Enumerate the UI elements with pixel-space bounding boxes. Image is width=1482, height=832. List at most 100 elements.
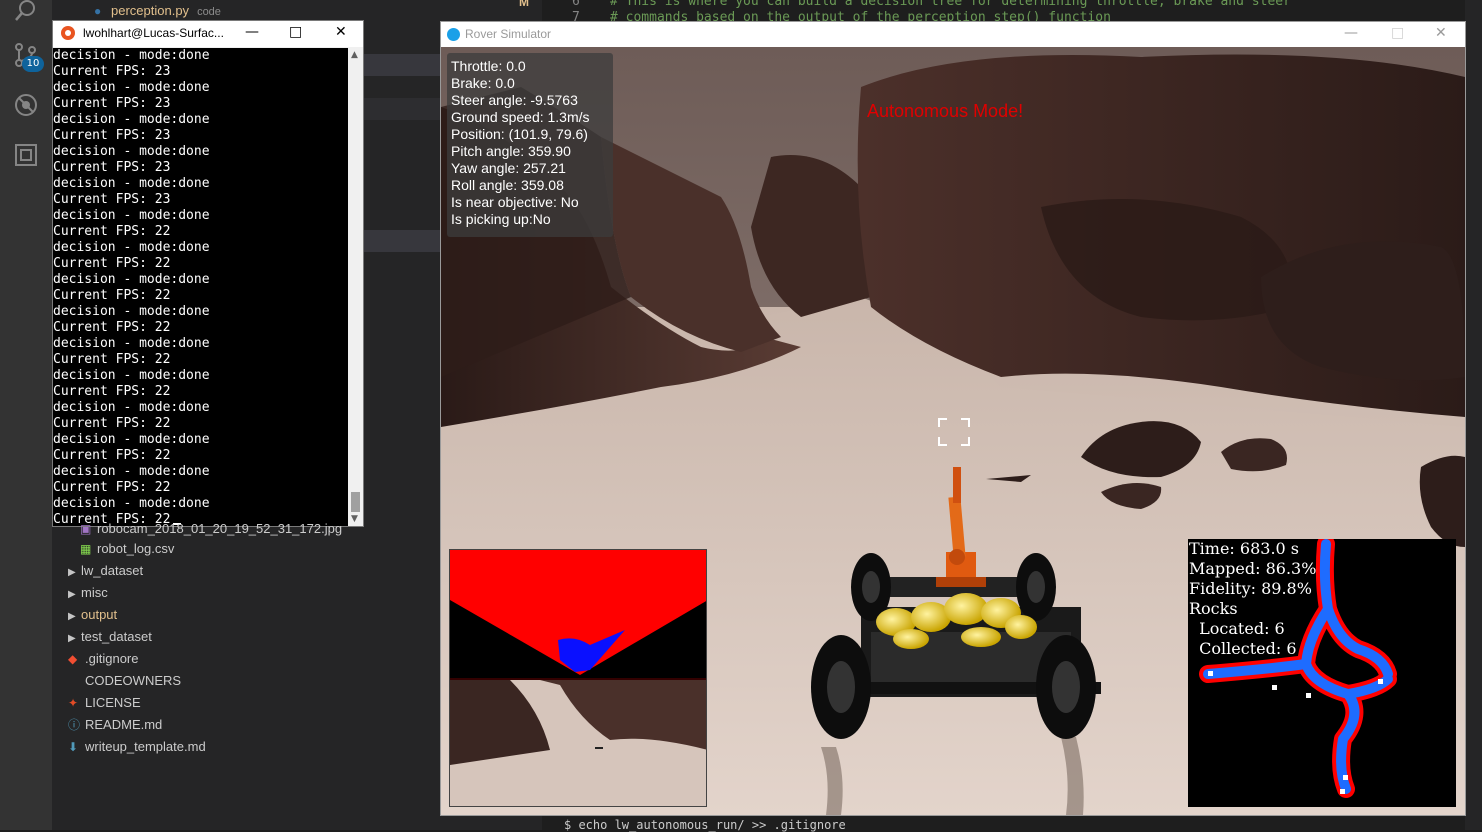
explorer-file[interactable]: ● perception.py code	[94, 0, 542, 22]
explorer-item-label: README.md	[85, 717, 163, 732]
extensions-icon[interactable]	[13, 142, 39, 168]
explorer-item-label: CODEOWNERS	[85, 673, 182, 688]
explorer-file[interactable]: ⬇ writeup_template.md	[68, 736, 542, 758]
explorer-folder[interactable]: ▶ misc	[68, 582, 542, 604]
explorer-item-label: perception.py	[111, 3, 190, 18]
terminal-line: decision - mode:done	[53, 368, 210, 383]
terminal-line: decision - mode:done	[53, 80, 210, 95]
terminal-line: Current FPS: 23	[53, 96, 171, 111]
scrollbar-thumb[interactable]	[351, 492, 360, 512]
scroll-up-icon[interactable]: ▲	[351, 50, 358, 60]
minimize-icon[interactable]: —	[1344, 25, 1358, 41]
terminal-line: Current FPS: 22	[53, 448, 171, 463]
file-type-icon: ◆	[68, 652, 78, 666]
explorer-file[interactable]: ▣ robocam_2018_01_20_19_52_31_172.jpg	[80, 518, 542, 540]
terminal-line: decision - mode:done	[53, 272, 210, 287]
brake-readout: Brake: 0.0	[451, 75, 515, 91]
terminal-line: Current FPS: 22	[53, 352, 171, 367]
line-number: 6	[572, 0, 580, 9]
explorer-file[interactable]: ✦ LICENSE	[68, 692, 542, 714]
roll-angle-readout: Roll angle: 359.08	[451, 177, 564, 193]
worldmap-mapped: Mapped: 86.3%	[1189, 559, 1317, 578]
right-panel	[1465, 0, 1482, 830]
terminal-title: lwohlhart@Lucas-Surfac...	[83, 26, 224, 40]
chevron-right-icon: ▶	[68, 567, 76, 578]
explorer-file[interactable]: ⓘ README.md	[68, 714, 542, 736]
maximize-icon[interactable]: □	[1391, 25, 1404, 41]
pitch-angle-readout: Pitch angle: 359.90	[451, 143, 571, 159]
worldmap-view: Time: 683.0 s Mapped: 86.3% Fidelity: 89…	[1188, 539, 1456, 807]
debug-icon[interactable]	[13, 92, 39, 118]
worldmap-rocks: Rocks	[1189, 599, 1238, 618]
steer-angle-readout: Steer angle: -9.5763	[451, 92, 578, 108]
terminal-scrollbar[interactable]: ▲ ▼	[348, 48, 363, 526]
close-icon[interactable]: ✕	[335, 24, 347, 40]
terminal-line: Current FPS: 22	[53, 480, 171, 495]
terminal-window[interactable]: lwohlhart@Lucas-Surfac... — □ ✕ decision…	[52, 20, 364, 527]
close-icon[interactable]: ✕	[1435, 25, 1447, 41]
file-type-icon: ⓘ	[68, 718, 81, 732]
explorer-item-path: code	[197, 6, 221, 18]
picking-up-readout: Is picking up:No	[451, 211, 551, 227]
terminal-line: decision - mode:done	[53, 336, 210, 351]
unity-icon	[447, 28, 460, 41]
terminal-line: decision - mode:done	[53, 496, 210, 511]
terminal-line: Current FPS: 23	[53, 160, 171, 175]
rover-title: Rover Simulator	[465, 27, 552, 41]
explorer-item-label: robot_log.csv	[97, 541, 175, 556]
terminal-line: decision - mode:done	[53, 144, 210, 159]
source-control-badge: 10	[22, 56, 44, 72]
terminal-line: Current FPS: 22	[53, 384, 171, 399]
explorer-item-label: output	[81, 607, 118, 622]
explorer-file[interactable]: CODEOWNERS	[68, 670, 542, 692]
throttle-readout: Throttle: 0.0	[451, 58, 526, 74]
explorer-item-label: LICENSE	[85, 695, 141, 710]
terminal-line: Current FPS: 22	[53, 416, 171, 431]
terminal-line: decision - mode:done	[53, 48, 210, 63]
file-type-icon: ●	[94, 4, 102, 18]
explorer-folder[interactable]: ▶ test_dataset	[68, 626, 542, 648]
file-type-icon: ▦	[80, 542, 92, 556]
file-type-icon: ⬇	[68, 740, 79, 754]
terminal-line: decision - mode:done	[53, 464, 210, 479]
terminal-line: Current FPS: 23	[53, 192, 171, 207]
ubuntu-icon	[61, 26, 75, 40]
explorer-item-label: writeup_template.md	[85, 739, 206, 754]
explorer-folder[interactable]: ▶ output	[68, 604, 542, 626]
terminal-line: Current FPS: 22	[53, 256, 171, 271]
explorer-item-label: lw_dataset	[81, 563, 144, 578]
worldmap-time: Time: 683.0 s	[1189, 539, 1300, 558]
file-type-icon: ▣	[80, 522, 92, 536]
rover-titlebar[interactable]: Rover Simulator — □ ✕	[441, 22, 1465, 47]
mode-indicator: Autonomous Mode!	[867, 101, 1024, 121]
terminal-lines: decision - mode:done Current FPS: 23 decis…	[53, 48, 348, 526]
terminal-line: Current FPS: 22	[53, 288, 171, 303]
terminal-line: Current FPS: 22	[53, 320, 171, 335]
terminal-line: decision - mode:done	[53, 432, 210, 447]
position-readout: Position: (101.9, 79.6)	[451, 126, 588, 142]
explorer-file[interactable]: ◆ .gitignore	[68, 648, 542, 670]
near-objective-readout: Is near objective: No	[451, 194, 579, 210]
terminal-line: Current FPS: 22	[53, 224, 171, 239]
rover-simulator-window[interactable]: Rover Simulator — □ ✕ Throttle: 0.0 Brak…	[440, 21, 1466, 816]
terminal-line: Current FPS: 23	[53, 128, 171, 143]
explorer-folder[interactable]: ▶ lw_dataset	[68, 560, 542, 582]
maximize-icon[interactable]: □	[289, 24, 302, 40]
terminal-line: Current FPS: 23	[53, 64, 171, 79]
terminal-output[interactable]: decision - mode:done Current FPS: 23 decis…	[53, 48, 348, 526]
terminal-line: decision - mode:done	[53, 208, 210, 223]
search-icon[interactable]	[13, 0, 39, 26]
chevron-right-icon: ▶	[68, 589, 76, 600]
activity-bar: 10	[0, 0, 52, 830]
minimize-icon[interactable]: —	[245, 24, 259, 40]
ground-speed-readout: Ground speed: 1.3m/s	[451, 109, 590, 125]
yaw-angle-readout: Yaw angle: 257.21	[451, 160, 566, 176]
telemetry-panel: Throttle: 0.0 Brake: 0.0 Steer angle: -9…	[447, 53, 613, 237]
simulation-viewport[interactable]: Throttle: 0.0 Brake: 0.0 Steer angle: -9…	[441, 47, 1465, 815]
chevron-right-icon: ▶	[68, 611, 76, 622]
explorer-file[interactable]: ▦ robot_log.csv	[80, 538, 542, 560]
explorer-item-label: robocam_2018_01_20_19_52_31_172.jpg	[97, 521, 343, 536]
terminal-titlebar[interactable]: lwohlhart@Lucas-Surfac... — □ ✕	[53, 21, 363, 47]
code-comment-line[interactable]: # This is where you can build a decision…	[610, 0, 1291, 9]
explorer-item-label: misc	[81, 585, 108, 600]
